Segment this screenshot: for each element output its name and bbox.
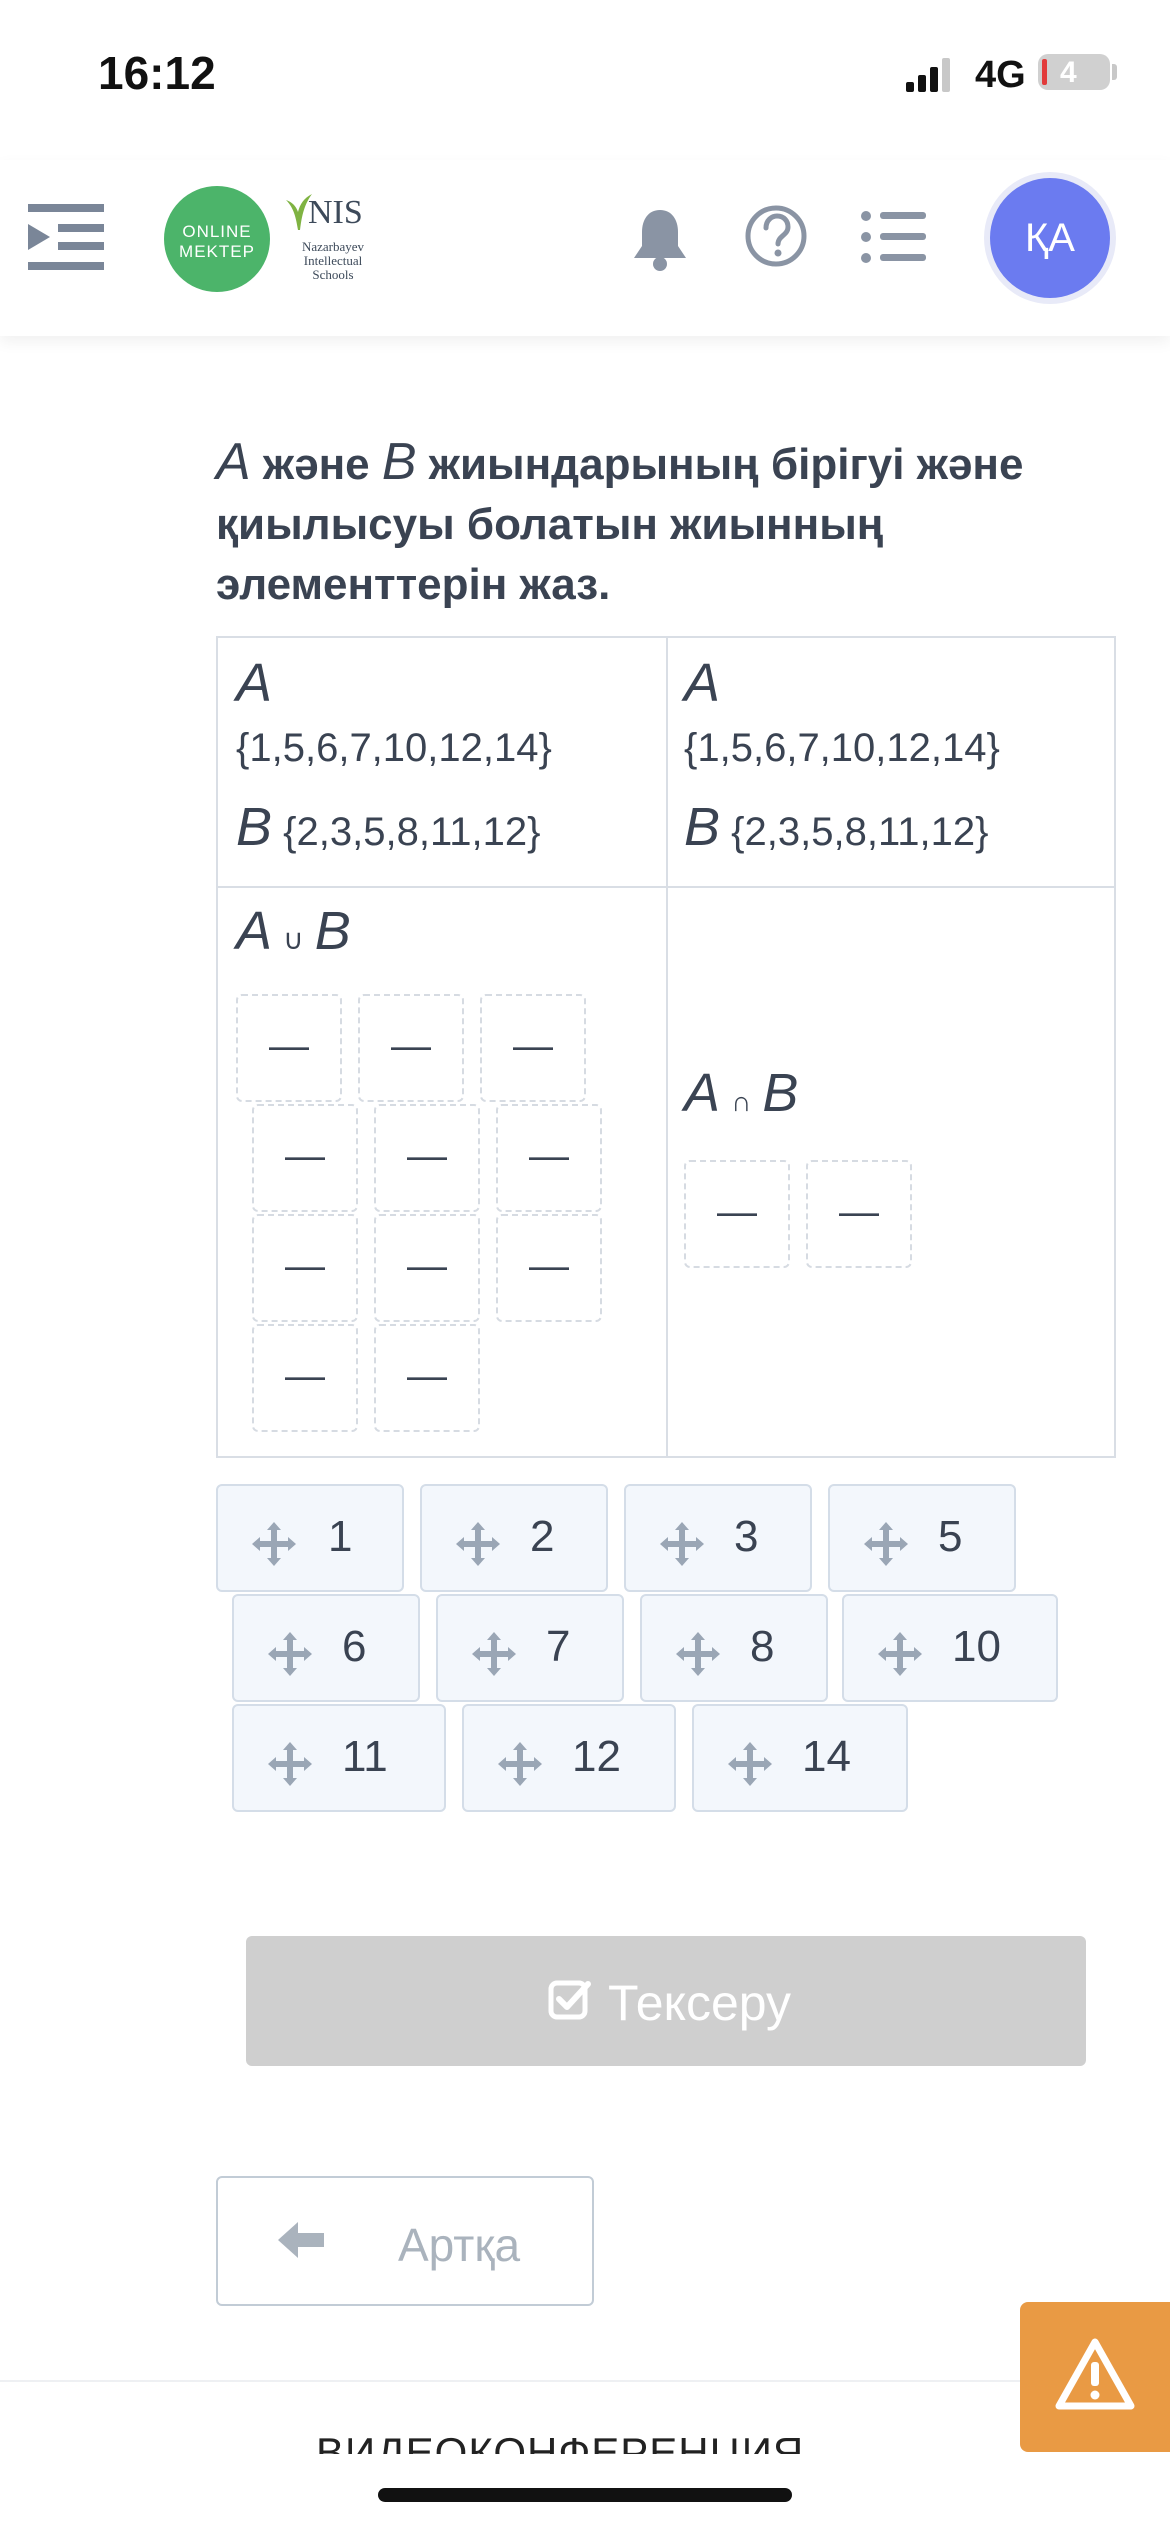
top-header: ONLINE MEKTEP NIS Nazarbayev Intellectua…: [0, 160, 1170, 336]
question-conj: және: [250, 440, 382, 489]
set-b-row: B {2,3,5,8,11,12}: [236, 797, 541, 857]
table-divider: [666, 638, 668, 1458]
move-icon: [498, 1742, 542, 1786]
move-icon: [268, 1742, 312, 1786]
question-set-a: A: [216, 433, 251, 491]
move-icon: [268, 1632, 312, 1676]
set-b-row: B {2,3,5,8,11,12}: [684, 797, 989, 857]
union-drop-slot[interactable]: —: [374, 1214, 480, 1322]
answer-chip[interactable]: 12: [462, 1704, 676, 1812]
answer-chip[interactable]: 8: [640, 1594, 828, 1702]
answer-chip[interactable]: 2: [420, 1484, 608, 1592]
union-drop-slot[interactable]: —: [236, 994, 342, 1102]
checkbox-icon: [548, 1980, 591, 2020]
online-mektep-logo[interactable]: ONLINE MEKTEP: [164, 186, 270, 292]
intersection-drop-slot[interactable]: —: [806, 1160, 912, 1268]
union-drop-slot[interactable]: —: [374, 1104, 480, 1212]
move-icon: [728, 1742, 772, 1786]
table-divider: [218, 886, 1114, 888]
nis-logo: NIS Nazarbayev Intellectual Schools: [274, 188, 384, 298]
answer-chip[interactable]: 14: [692, 1704, 908, 1812]
set-a-label: A: [236, 653, 273, 713]
move-icon: [676, 1632, 720, 1676]
list-icon[interactable]: [860, 210, 926, 264]
move-icon: [864, 1522, 908, 1566]
answer-chip[interactable]: 1: [216, 1484, 404, 1592]
set-a-elements: {1,5,6,7,10,12,14}: [236, 726, 552, 770]
status-bar: 16:12 4G 4: [0, 0, 1170, 150]
check-button-label: Тексеру: [608, 1975, 792, 2031]
warning-icon: [1055, 2338, 1135, 2410]
status-time: 16:12: [98, 47, 216, 99]
union-drop-slot[interactable]: —: [496, 1214, 602, 1322]
union-drop-slot[interactable]: —: [252, 1104, 358, 1212]
arrow-left-icon: [278, 2222, 324, 2258]
network-type: 4G: [975, 54, 1026, 96]
move-icon: [456, 1522, 500, 1566]
battery-cap: [1112, 64, 1117, 80]
move-icon: [472, 1632, 516, 1676]
move-icon: [660, 1522, 704, 1566]
answer-chip[interactable]: 11: [232, 1704, 446, 1812]
answer-chip[interactable]: 7: [436, 1594, 624, 1702]
move-icon: [252, 1522, 296, 1566]
back-button[interactable]: Артқа: [216, 2176, 594, 2306]
union-drop-slot[interactable]: —: [496, 1104, 602, 1212]
battery-icon: 4: [1038, 54, 1110, 90]
home-indicator[interactable]: [378, 2488, 792, 2502]
union-drop-slot[interactable]: —: [358, 994, 464, 1102]
report-problem-button[interactable]: [1020, 2302, 1170, 2452]
set-a-elements: {1,5,6,7,10,12,14}: [684, 726, 1000, 770]
sets-table: A {1,5,6,7,10,12,14} B {2,3,5,8,11,12} A…: [216, 636, 1116, 1458]
answer-chip[interactable]: 3: [624, 1484, 812, 1592]
back-button-label: Артқа: [398, 2219, 521, 2271]
union-drop-slot[interactable]: —: [252, 1214, 358, 1322]
user-avatar[interactable]: ҚА: [990, 178, 1110, 298]
battery-level: 4: [1060, 56, 1077, 89]
set-a-label: A: [684, 653, 721, 713]
check-button[interactable]: Тексеру: [246, 1936, 1086, 2066]
videoconference-link[interactable]: ВИДЕОКОНФЕРЕНЦИЯ: [316, 2428, 804, 2454]
signal-icon: [906, 58, 950, 92]
union-label: A ∪ B: [236, 901, 351, 961]
sidebar-toggle-icon[interactable]: [28, 202, 104, 272]
answer-chip[interactable]: 10: [842, 1594, 1058, 1702]
move-icon: [878, 1632, 922, 1676]
answer-chip[interactable]: 5: [828, 1484, 1016, 1592]
bell-icon[interactable]: [630, 206, 690, 272]
union-drop-slot[interactable]: —: [374, 1324, 480, 1432]
intersection-drop-slot[interactable]: —: [684, 1160, 790, 1268]
question-text: A және B жиындарының бірігуі және қиылыс…: [216, 432, 1096, 615]
answer-chip[interactable]: 6: [232, 1594, 420, 1702]
union-drop-slot[interactable]: —: [252, 1324, 358, 1432]
union-drop-slot[interactable]: —: [480, 994, 586, 1102]
bottom-panel: [0, 2380, 1170, 2534]
question-set-b: B: [381, 433, 417, 491]
intersection-label: A ∩ B: [684, 1063, 799, 1123]
help-icon[interactable]: [744, 204, 808, 268]
